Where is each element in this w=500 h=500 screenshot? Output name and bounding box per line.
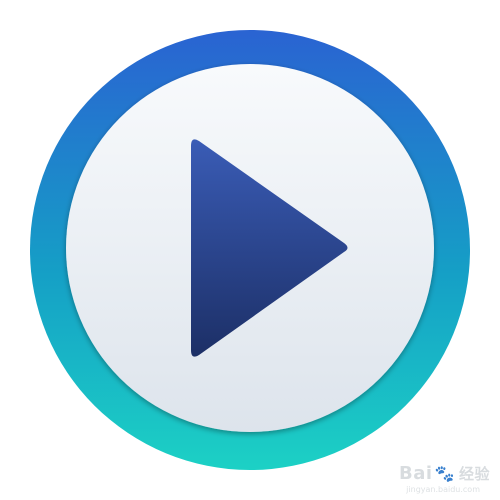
app-icon-canvas: Bai 🐾 经验 jingyan.baidu.com — [0, 0, 500, 500]
watermark-brand-left: Bai — [399, 463, 433, 484]
watermark-brand-right: 经验 — [458, 465, 490, 483]
play-button-icon[interactable] — [0, 0, 500, 500]
paw-icon: 🐾 — [434, 464, 455, 483]
watermark-url: jingyan.baidu.com — [406, 485, 480, 494]
watermark-logo: Bai 🐾 经验 — [399, 463, 490, 484]
